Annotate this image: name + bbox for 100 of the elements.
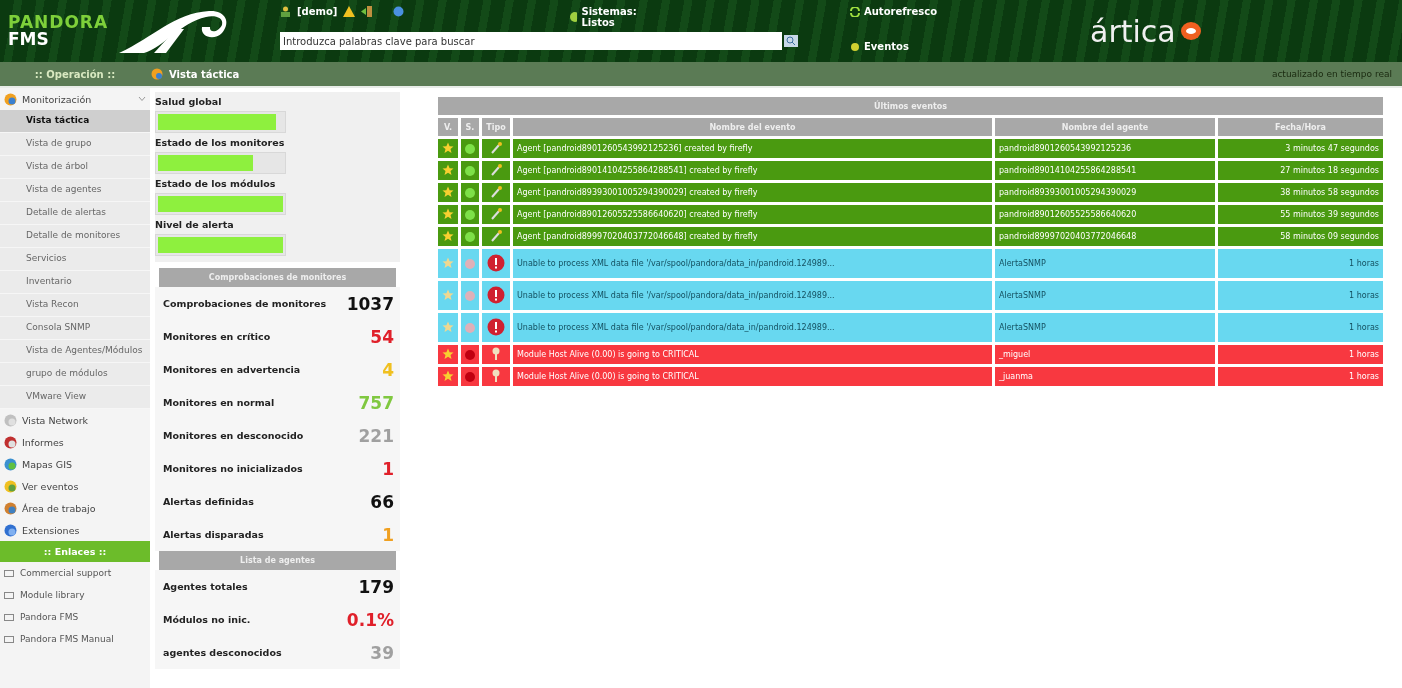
table-cell: pandroid89997020403772046648 [995, 227, 1215, 246]
submenu-item[interactable]: Vista de agentes [0, 179, 150, 202]
extension-icon [4, 523, 17, 537]
workspace-icon [4, 501, 17, 515]
column-header: Fecha/Hora [1218, 118, 1383, 136]
menu-item[interactable]: Área de trabajo [0, 497, 150, 519]
submenu-item[interactable]: VMware View [0, 386, 150, 409]
table-cell: pandroid89012605525586640620 [995, 205, 1215, 224]
table-cell: 1 horas [1218, 249, 1383, 278]
update-note: actualizado en tiempo real [1271, 69, 1392, 79]
table-cell: 27 minutos 18 segundos [1218, 161, 1383, 180]
stat-value: 54 [370, 326, 394, 347]
column-header: Nombre del evento [513, 118, 992, 136]
column-header: Nombre del agente [995, 118, 1215, 136]
network-icon [4, 413, 17, 427]
link-item[interactable]: Pandora FMS [0, 606, 150, 628]
stat-label: Monitores en advertencia [163, 364, 301, 375]
stat-value: 4 [382, 359, 394, 380]
table-cell: 1 horas [1218, 345, 1383, 364]
submenu-item[interactable]: grupo de módulos [0, 363, 150, 386]
stat-label: Comprobaciones de monitores [163, 298, 327, 309]
link-item[interactable]: Commercial support [0, 562, 150, 584]
search-icon[interactable] [784, 35, 798, 47]
link-icon [4, 613, 14, 621]
search-field[interactable]: Introduzca palabras clave para buscar [280, 32, 782, 50]
table-cell: AlertaSNMP [995, 249, 1215, 278]
chevron-icon [138, 96, 146, 102]
section-title: :: Operación :: [33, 68, 117, 80]
table-cell: Unable to process XML data file '/var/spool/pandora/data_in/pandroid.124989... [513, 313, 992, 342]
submenu-item[interactable]: Consola SNMP [0, 317, 150, 340]
table-cell: Module Host Alive (0.00) is going to CRITICAL [513, 345, 992, 364]
user-name: [demo] [297, 6, 338, 17]
table-cell: Agent [pandroid89014104255864288541] created by firefly [513, 161, 992, 180]
star-icon [442, 163, 454, 176]
globe-icon [4, 457, 17, 471]
submenu-item[interactable]: Vista táctica [0, 110, 150, 133]
wand-icon [489, 140, 503, 155]
menu-item[interactable]: Extensiones [0, 519, 150, 541]
links-title: :: Enlaces :: [0, 541, 150, 562]
error-icon [487, 253, 505, 272]
link-icon [4, 635, 14, 643]
stat-label: agentes desconocidos [163, 647, 282, 658]
star-icon [442, 288, 454, 301]
stat-label: Alertas definidas [163, 496, 254, 507]
page-title: Vista táctica [150, 68, 240, 80]
menu-item[interactable]: Vista Network [0, 409, 150, 431]
submenu-item[interactable]: Vista de grupo [0, 133, 150, 156]
stat-label: Agentes totales [163, 581, 248, 592]
user-icon [280, 6, 291, 17]
table-cell: _juanma [995, 367, 1215, 386]
star-icon [442, 347, 454, 360]
menu-item[interactable]: Monitorización [0, 88, 150, 110]
globe-icon[interactable] [393, 6, 405, 17]
submenu-item[interactable]: Detalle de alertas [0, 202, 150, 225]
link-item[interactable]: Pandora FMS Manual [0, 628, 150, 650]
menu-item[interactable]: Ver eventos [0, 475, 150, 497]
table-cell: Module Host Alive (0.00) is going to CRITICAL [513, 367, 992, 386]
wand-icon [489, 206, 503, 221]
status-icon [570, 12, 578, 22]
table-cell: pandroid8901260543992125236 [995, 139, 1215, 158]
table-cell: pandroid89393001005294390029 [995, 183, 1215, 202]
autorefresh-link[interactable]: Autorefresco [850, 6, 1050, 17]
stat-label: Monitores en crítico [163, 331, 271, 342]
logout-icon[interactable] [361, 6, 374, 17]
pin-icon [491, 346, 501, 361]
table-cell: AlertaSNMP [995, 313, 1215, 342]
gauge-label: Estado de los módulos [155, 177, 277, 191]
stat-label: Monitores en normal [163, 397, 275, 408]
logo: PANDORA FMS [8, 14, 109, 48]
star-icon [442, 229, 454, 242]
submenu-item[interactable]: Detalle de monitores [0, 225, 150, 248]
menu-item[interactable]: Mapas GIS [0, 453, 150, 475]
column-header: Tipo [482, 118, 510, 136]
stat-value: 221 [358, 425, 394, 446]
stat-label: Monitores en desconocido [163, 430, 304, 441]
table-cell: 1 horas [1218, 313, 1383, 342]
events-link[interactable]: Eventos [850, 41, 1050, 52]
menu-item[interactable]: Informes [0, 431, 150, 453]
brand-logo: ártica [1090, 13, 1176, 49]
refresh-icon [850, 6, 860, 17]
events-icon [4, 479, 17, 493]
submenu-item[interactable]: Inventario [0, 271, 150, 294]
link-item[interactable]: Module library [0, 584, 150, 606]
panel-title: Comprobaciones de monitores [159, 268, 396, 287]
submenu-item[interactable]: Vista de árbol [0, 156, 150, 179]
submenu-item[interactable]: Vista Recon [0, 294, 150, 317]
submenu-item[interactable]: Servicios [0, 248, 150, 271]
submenu-item[interactable]: Vista de Agentes/Módulos [0, 340, 150, 363]
stat-label: Módulos no inic. [163, 614, 251, 625]
stat-value: 1037 [346, 293, 394, 314]
table-cell: 38 minutos 58 segundos [1218, 183, 1383, 202]
table-cell: 1 horas [1218, 367, 1383, 386]
column-header: V. [438, 118, 458, 136]
error-icon [487, 285, 505, 304]
gauge-label: Salud global [155, 95, 223, 109]
stat-value: 1 [382, 458, 394, 479]
gauge-label: Estado de los monitores [155, 136, 286, 150]
brand-mark-icon [1179, 21, 1202, 41]
system-status[interactable]: Sistemas: Listos [570, 6, 650, 28]
wand-icon [489, 162, 503, 177]
